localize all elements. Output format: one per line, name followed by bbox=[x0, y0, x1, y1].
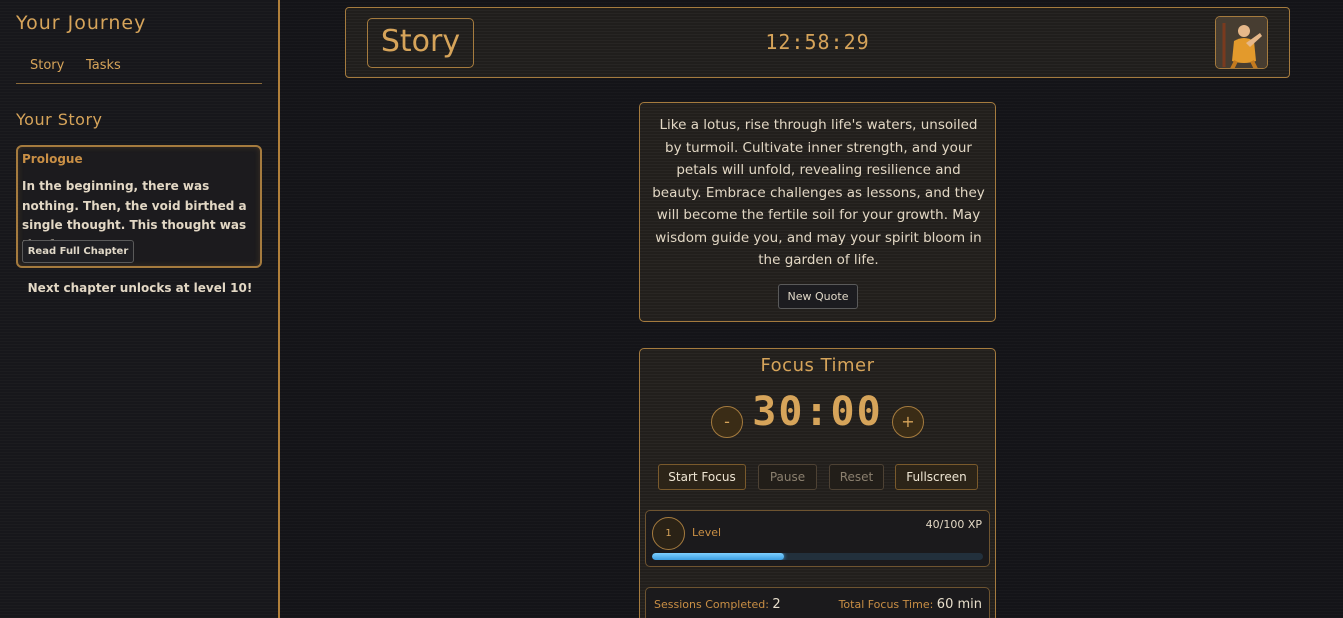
new-quote-button[interactable]: New Quote bbox=[778, 284, 858, 309]
sidebar: Your Journey Story Tasks Your Story Prol… bbox=[0, 0, 280, 618]
read-chapter-button[interactable]: Read Full Chapter bbox=[22, 240, 134, 263]
monk-avatar-icon[interactable] bbox=[1215, 16, 1268, 69]
nav-tasks[interactable]: Tasks bbox=[86, 58, 121, 73]
fullscreen-button[interactable]: Fullscreen bbox=[895, 464, 978, 490]
focus-time-value: 60 min bbox=[936, 597, 982, 612]
section-title: Your Story bbox=[16, 110, 103, 129]
chapter-card: Prologue In the beginning, there was not… bbox=[16, 145, 262, 268]
focus-time-label: Total Focus Time: bbox=[838, 598, 934, 611]
sessions-label: Sessions Completed: bbox=[654, 598, 769, 611]
quote-text: Like a lotus, rise through life's waters… bbox=[652, 117, 985, 268]
timer-title: Focus Timer bbox=[760, 355, 875, 376]
sidebar-nav: Story Tasks bbox=[16, 56, 262, 84]
clock: 12:58:29 bbox=[765, 30, 870, 54]
stats-panel: Sessions Completed: 2 Total Focus Time: … bbox=[645, 587, 990, 618]
focus-timer-card: Focus Timer - 30:00 + Start Focus Pause … bbox=[639, 348, 996, 618]
increase-time-button[interactable]: + bbox=[892, 406, 924, 438]
chapter-title: Prologue bbox=[22, 152, 83, 166]
start-focus-button[interactable]: Start Focus bbox=[658, 464, 746, 490]
level-badge: 1 bbox=[652, 517, 685, 550]
xp-progress-fill bbox=[652, 553, 785, 560]
reset-button[interactable]: Reset bbox=[829, 464, 884, 490]
level-panel: 1 Level 40/100 XP bbox=[645, 510, 990, 567]
next-chapter-notice: Next chapter unlocks at level 10! bbox=[27, 281, 253, 295]
level-label: Level bbox=[692, 526, 722, 539]
quote-card: Like a lotus, rise through life's waters… bbox=[639, 102, 996, 322]
app: Your Journey Story Tasks Your Story Prol… bbox=[0, 0, 1343, 618]
sessions-stat: Sessions Completed: 2 bbox=[654, 597, 781, 612]
focus-time-stat: Total Focus Time: 60 min bbox=[839, 597, 982, 612]
pause-button[interactable]: Pause bbox=[758, 464, 817, 490]
timer-display: 30:00 bbox=[752, 389, 883, 435]
xp-text: 40/100 XP bbox=[925, 518, 982, 531]
sessions-value: 2 bbox=[772, 597, 781, 612]
xp-progress-track bbox=[652, 553, 983, 560]
header-bar: Story 12:58:29 bbox=[345, 7, 1290, 78]
sidebar-title: Your Journey bbox=[16, 12, 147, 34]
nav-story[interactable]: Story bbox=[30, 58, 64, 73]
